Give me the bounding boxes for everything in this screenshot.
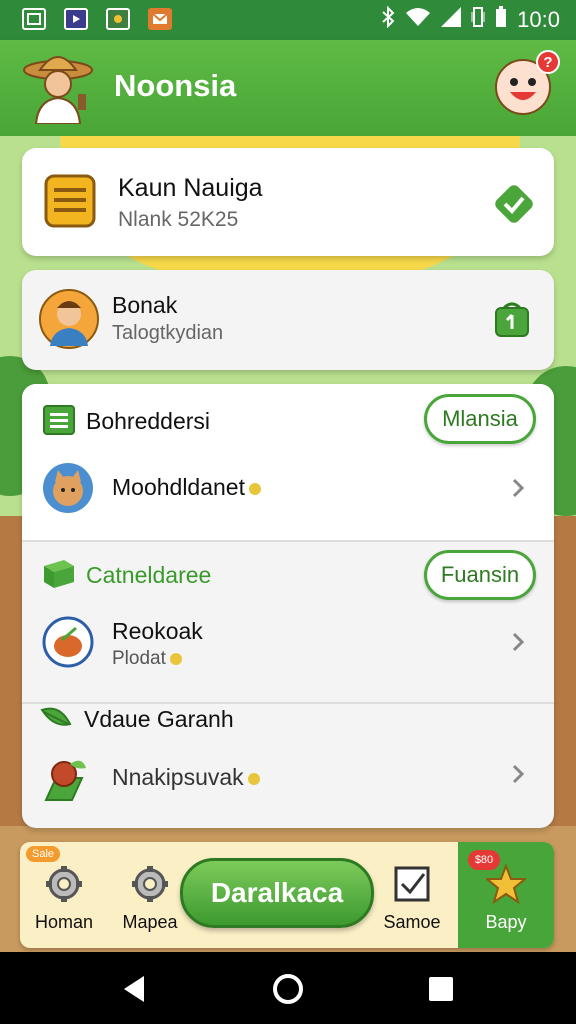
app-icon — [106, 8, 130, 30]
chevron-right-icon[interactable] — [508, 762, 528, 786]
bluetooth-icon — [381, 5, 395, 34]
daralkaca-button[interactable]: Daralkaca — [180, 858, 374, 928]
account-subtitle: Nlank 52K25 — [118, 208, 239, 231]
chevron-right-icon[interactable] — [508, 630, 528, 654]
app-icon — [22, 8, 46, 30]
section-vdaue-garanh: Vdaue Garanh Nnakipsuvak — [22, 704, 554, 828]
section-bohreddersi: Bohreddersi Mlansia Moohdldanet — [22, 384, 554, 540]
clock: 10:0 — [517, 7, 560, 32]
home-icon[interactable] — [271, 972, 305, 1006]
fuansin-button[interactable]: Fuansin — [424, 550, 536, 600]
vibrate-icon — [471, 6, 485, 34]
app-icon — [64, 8, 88, 30]
gear-icon — [132, 866, 168, 902]
check-icon[interactable] — [492, 182, 536, 226]
status-dot-icon — [247, 772, 260, 785]
recents-icon[interactable] — [424, 972, 458, 1006]
system-nav-bar — [0, 952, 576, 1024]
nav-bapy[interactable]: $80 Bapy — [458, 842, 554, 948]
add-item-icon[interactable] — [494, 300, 530, 338]
notification-badge: ? — [536, 50, 560, 74]
nav-label: Bapy — [485, 912, 527, 932]
list-icon — [43, 405, 75, 435]
status-bar: 10:0 — [0, 0, 576, 40]
app-header: Noonsia ? — [0, 40, 576, 136]
profile-card[interactable]: Bonak Talogtkydian — [22, 270, 554, 370]
item-sub: Plodat — [112, 648, 166, 669]
promo-tag: Sale — [26, 846, 61, 862]
system-icons: 10:0 — [381, 5, 560, 34]
section-title: Bohreddersi — [86, 408, 211, 434]
pot-icon — [42, 616, 94, 668]
gear-icon — [46, 866, 82, 902]
sections-card: Bohreddersi Mlansia Moohdldanet Catnelda… — [22, 384, 554, 828]
back-icon[interactable] — [118, 972, 152, 1006]
box-icon — [44, 560, 74, 588]
battery-icon — [495, 6, 507, 34]
bottom-nav: Sale Homan Mapea Daralkaca Samoe $80 Bap… — [20, 842, 554, 948]
nav-label: Homan — [34, 912, 94, 932]
wifi-icon — [405, 7, 431, 33]
price-badge: $80 — [468, 850, 500, 870]
section-title: Catneldaree — [86, 562, 212, 588]
section-catneldaree: Catneldaree Fuansin Reokoak Plodat — [22, 542, 554, 700]
status-dot-icon — [249, 482, 261, 495]
cat-icon — [43, 463, 93, 513]
section-title: Vdaue Garanh — [84, 706, 234, 732]
farmer-logo-icon — [23, 56, 93, 124]
nav-samoe[interactable]: Samoe — [372, 864, 452, 944]
item-label: Moohdldanet — [112, 474, 245, 500]
notification-icons — [22, 8, 172, 30]
nav-mapea[interactable]: Mapea — [110, 864, 190, 944]
status-dot-icon — [169, 652, 182, 665]
signal-icon — [441, 7, 462, 33]
leaf-icon — [40, 707, 72, 726]
account-title: Kaun Nauiga — [118, 174, 263, 202]
mlansia-button[interactable]: Mlansia — [424, 394, 536, 444]
profile-name: Bonak — [112, 292, 178, 318]
ledger-icon — [44, 174, 96, 228]
harvest-icon — [44, 760, 86, 801]
star-icon — [486, 864, 526, 904]
item-label: Reokoak — [112, 618, 203, 644]
checklist-icon — [394, 866, 430, 902]
nav-homan[interactable]: Homan — [24, 864, 104, 944]
item-label: Nnakipsuvak — [112, 764, 244, 790]
mail-icon — [148, 8, 172, 30]
profile-subtitle: Talogtkydian — [112, 322, 224, 344]
farmer-avatar-icon — [39, 289, 99, 349]
nav-label: Mapea — [122, 912, 178, 932]
account-card[interactable]: Kaun Nauiga Nlank 52K25 — [22, 148, 554, 256]
nav-label: Samoe — [383, 912, 441, 932]
app-title: Noonsia — [114, 68, 237, 103]
chevron-right-icon[interactable] — [508, 476, 528, 500]
